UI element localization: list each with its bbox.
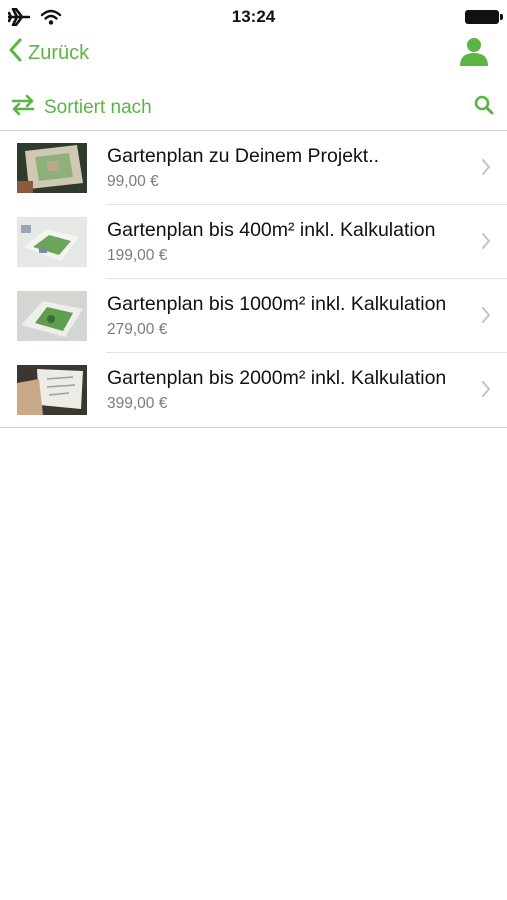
back-button[interactable]: Zurück (8, 38, 89, 68)
user-icon[interactable] (459, 36, 489, 71)
product-list: Gartenplan zu Deinem Projekt.. 99,00 € G… (0, 131, 507, 428)
list-item[interactable]: Gartenplan bis 400m² inkl. Kalkulation 1… (0, 205, 507, 279)
product-thumbnail (17, 365, 87, 415)
chevron-right-icon (481, 158, 491, 181)
product-thumbnail (17, 217, 87, 267)
product-price: 99,00 € (107, 173, 159, 190)
product-price: 279,00 € (107, 321, 168, 338)
sort-label: Sortiert nach (44, 97, 152, 118)
list-item[interactable]: Gartenplan zu Deinem Projekt.. 99,00 € (0, 131, 507, 205)
toolbar: Sortiert nach (0, 84, 507, 131)
chevron-right-icon (481, 232, 491, 255)
status-bar: 13:24 (0, 0, 507, 34)
back-button-label: Zurück (28, 41, 90, 64)
product-price: 399,00 € (107, 395, 168, 412)
status-time: 13:24 (231, 7, 276, 26)
list-item[interactable]: Gartenplan bis 1000m² inkl. Kalkulation … (0, 279, 507, 353)
search-icon[interactable] (473, 94, 495, 121)
chevron-left-icon (8, 38, 22, 68)
product-thumbnail (17, 291, 87, 341)
list-item[interactable]: Gartenplan bis 2000m² inkl. Kalkulation … (0, 353, 507, 427)
chevron-right-icon (481, 306, 491, 329)
nav-bar: Zurück (0, 34, 507, 74)
sort-button[interactable]: Sortiert nach (10, 94, 152, 122)
product-title: Gartenplan bis 400m² inkl. Kalkulation (107, 219, 436, 241)
product-title: Gartenplan bis 2000m² inkl. Kalkulation (107, 367, 447, 389)
battery-icon (465, 10, 503, 24)
product-price: 199,00 € (107, 247, 168, 264)
product-title: Gartenplan zu Deinem Projekt.. (107, 145, 380, 167)
chevron-right-icon (481, 380, 491, 403)
product-title: Gartenplan bis 1000m² inkl. Kalkulation (107, 293, 447, 315)
sort-icon (10, 94, 36, 122)
product-thumbnail (17, 143, 87, 193)
